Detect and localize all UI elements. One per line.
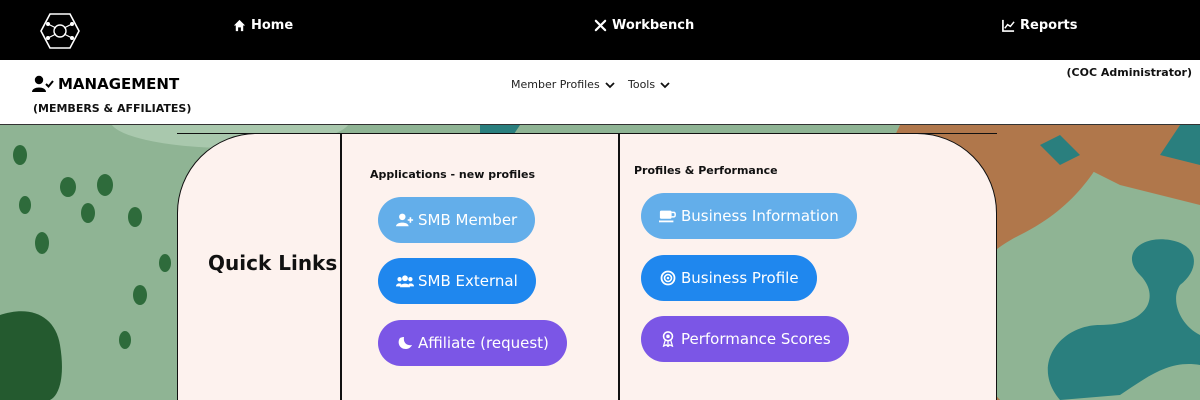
nav-reports-label: Reports <box>1020 18 1078 33</box>
menu-member-profiles-label: Member Profiles <box>511 78 600 91</box>
performance-scores-label: Performance Scores <box>681 330 831 348</box>
performance-scores-button[interactable]: Performance Scores <box>641 316 849 362</box>
page-title: MANAGEMENT <box>32 75 179 93</box>
chevron-down-icon <box>660 81 670 88</box>
affiliate-request-button[interactable]: Affiliate (request) <box>378 320 567 366</box>
column-divider <box>618 134 620 400</box>
affiliate-request-label: Affiliate (request) <box>418 334 549 352</box>
business-information-label: Business Information <box>681 207 839 225</box>
nav-workbench-label: Workbench <box>612 18 695 33</box>
nav-home-label: Home <box>251 18 294 33</box>
applications-heading: Applications - new profiles <box>370 168 536 181</box>
smb-external-label: SMB External <box>418 272 518 290</box>
business-profile-button[interactable]: Business Profile <box>641 255 817 301</box>
menu-tools-label: Tools <box>628 78 656 91</box>
smb-member-label: SMB Member <box>418 211 518 229</box>
nav-home[interactable]: Home <box>233 18 293 33</box>
chart-line-icon <box>1002 19 1015 32</box>
quick-links-title: Quick Links <box>208 251 338 275</box>
page-subtitle: (MEMBERS & AFFILIATES) <box>33 102 192 115</box>
page-title-text: MANAGEMENT <box>58 75 180 93</box>
top-navbar: Home Workbench Reports <box>0 0 1200 60</box>
logo-icon[interactable] <box>40 12 80 50</box>
smb-member-button[interactable]: SMB Member <box>378 197 536 243</box>
tools-icon <box>594 19 607 32</box>
nav-workbench[interactable]: Workbench <box>594 18 694 33</box>
profiles-heading: Profiles & Performance <box>634 164 778 177</box>
page-header: MANAGEMENT (MEMBERS & AFFILIATES) Member… <box>0 60 1200 125</box>
user-plus-icon <box>396 213 414 227</box>
business-profile-label: Business Profile <box>681 269 799 287</box>
bullseye-icon <box>660 270 676 286</box>
quick-links-panel: Quick Links Applications - new profiles … <box>177 133 997 400</box>
user-role: (COC Administrator) <box>1066 66 1193 79</box>
coffee-icon <box>659 210 676 223</box>
moon-icon <box>398 337 412 349</box>
user-check-icon <box>32 75 54 92</box>
business-information-button[interactable]: Business Information <box>641 193 857 239</box>
nav-reports[interactable]: Reports <box>1002 18 1077 33</box>
menu-member-profiles[interactable]: Member Profiles <box>511 78 615 91</box>
chevron-down-icon <box>605 81 615 88</box>
smb-external-button[interactable]: SMB External <box>378 258 536 304</box>
menu-tools[interactable]: Tools <box>628 78 670 91</box>
column-divider <box>340 134 342 400</box>
panel-top-border <box>177 133 997 134</box>
home-icon <box>233 19 246 32</box>
users-icon <box>396 275 414 288</box>
award-icon <box>662 331 674 347</box>
